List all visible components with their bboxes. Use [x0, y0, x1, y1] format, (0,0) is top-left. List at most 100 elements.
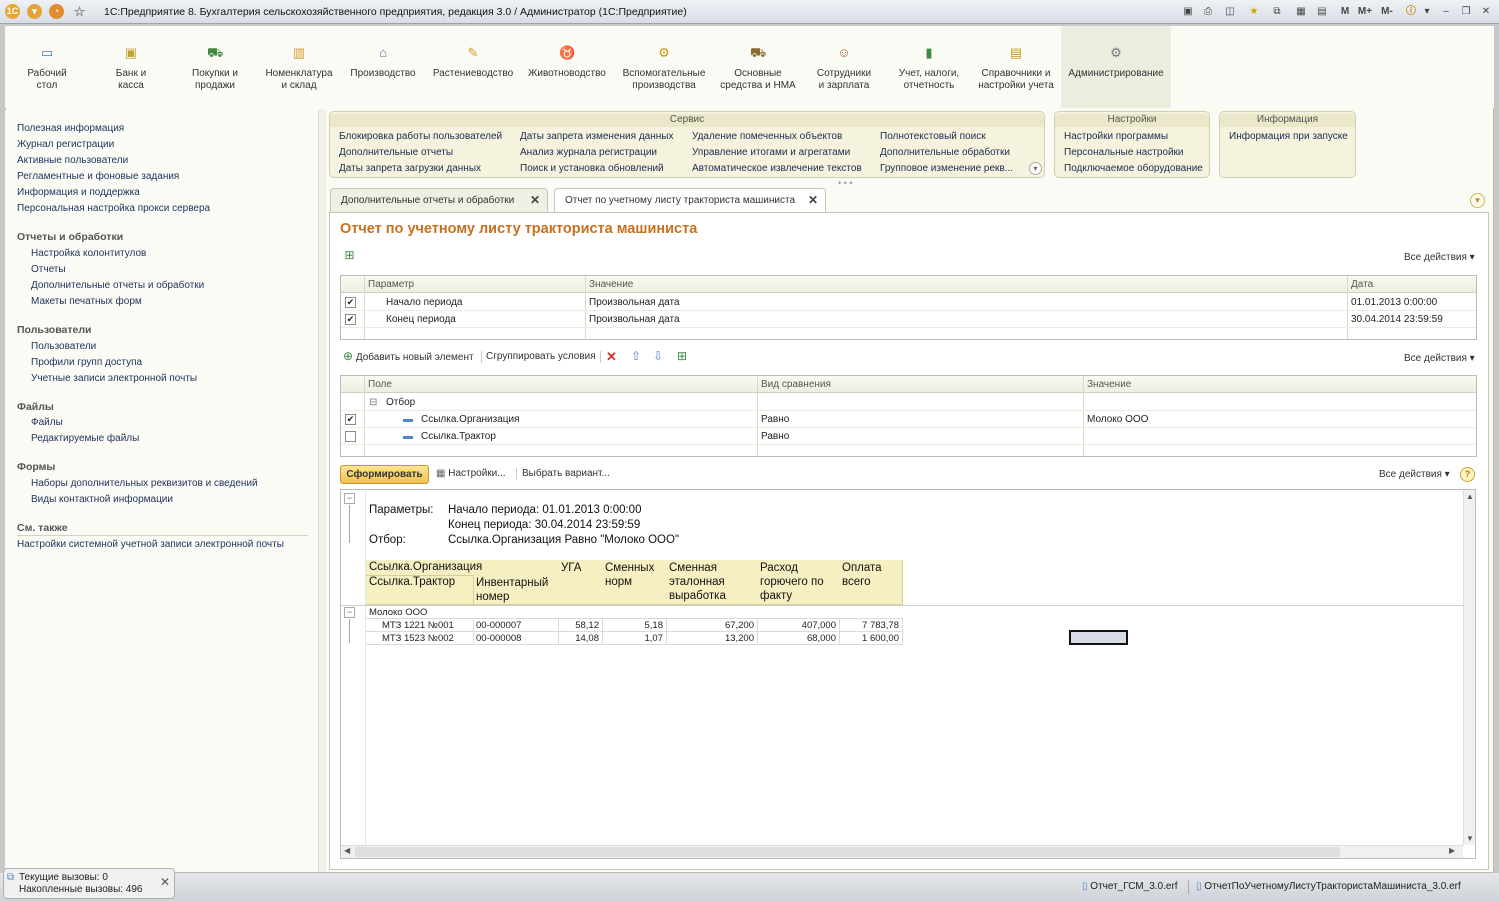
- action-totals[interactable]: Управление итогами и агрегатами: [692, 147, 850, 158]
- nav-link-proxy[interactable]: Персональная настройка прокси сервера: [17, 203, 210, 214]
- row-checkbox[interactable]: ✔: [345, 314, 356, 325]
- action-journal-analysis[interactable]: Анализ журнала регистрации: [520, 147, 657, 158]
- action-block-users[interactable]: Блокировка работы пользователей: [339, 131, 502, 142]
- action-startup-info[interactable]: Информация при запуске: [1229, 131, 1348, 142]
- column-comparison[interactable]: Вид сравнения: [761, 376, 831, 393]
- collapse-icon[interactable]: −: [344, 607, 355, 618]
- action-load-locks[interactable]: Даты запрета загрузки данных: [339, 163, 481, 174]
- scroll-up-icon[interactable]: ▲: [1466, 492, 1474, 501]
- tab-extra-reports[interactable]: Дополнительные отчеты и обработки ✕: [330, 188, 548, 212]
- section-bank[interactable]: ▣ Банк и касса: [89, 26, 173, 108]
- all-actions-menu[interactable]: Все действия ▾: [1379, 469, 1450, 480]
- nav-item-access-profiles[interactable]: Профили групп доступа: [31, 357, 142, 368]
- settings-button[interactable]: ▦ Настройки...: [436, 465, 506, 484]
- action-updates[interactable]: Поиск и установка обновлений: [520, 163, 664, 174]
- all-actions-menu[interactable]: Все действия ▾: [1404, 353, 1475, 364]
- row-checkbox[interactable]: ✔: [345, 414, 356, 425]
- action-delete-marked[interactable]: Удаление помеченных объектов: [692, 131, 842, 142]
- nav-item-files[interactable]: Файлы: [31, 417, 63, 428]
- add-parameter-icon[interactable]: ⊞: [342, 248, 357, 263]
- star-icon[interactable]: ★: [1247, 5, 1261, 18]
- generate-button[interactable]: Сформировать: [340, 465, 429, 484]
- action-program-settings[interactable]: Настройки программы: [1064, 131, 1168, 142]
- dropdown-icon[interactable]: ▾: [1420, 5, 1434, 18]
- section-admin[interactable]: ⚙ Администрирование: [1061, 26, 1171, 108]
- table-row[interactable]: ✔ Начало периода Произвольная дата 01.01…: [341, 294, 1476, 311]
- nav-item-reports[interactable]: Отчеты: [31, 264, 66, 275]
- select-variant-button[interactable]: Выбрать вариант...: [522, 465, 610, 484]
- nav-link-support[interactable]: Информация и поддержка: [17, 187, 140, 198]
- scroll-left-icon[interactable]: ◀: [344, 846, 350, 855]
- nav-link-journal[interactable]: Журнал регистрации: [17, 139, 114, 150]
- tab-tractor-report[interactable]: Отчет по учетному листу тракториста маши…: [554, 188, 826, 213]
- scroll-thumb[interactable]: [355, 847, 1340, 857]
- expand-chevron-icon[interactable]: ▾: [1029, 162, 1042, 175]
- add-group-icon[interactable]: ⊞: [677, 348, 687, 367]
- close-icon[interactable]: ✕: [1479, 5, 1493, 18]
- table-row[interactable]: ▬ Ссылка.Трактор Равно: [341, 428, 1476, 445]
- column-field[interactable]: Поле: [368, 376, 392, 393]
- tab-close-icon[interactable]: ✕: [808, 189, 818, 212]
- tabs-menu-chevron-icon[interactable]: ▾: [1470, 193, 1485, 208]
- panel-splitter[interactable]: [318, 110, 326, 872]
- save-icon[interactable]: ▣: [1181, 5, 1195, 18]
- open-file-tab[interactable]: ▯ Отчет_ГСМ_3.0.erf: [1082, 881, 1178, 892]
- nav-item-edited-files[interactable]: Редактируемые файлы: [31, 433, 139, 444]
- section-catalogs[interactable]: ▤ Справочники и настройки учета: [971, 26, 1061, 108]
- help-icon[interactable]: ?: [1460, 467, 1475, 482]
- selected-cell[interactable]: [1069, 630, 1128, 645]
- section-aux[interactable]: ⚙ Вспомогательные производства: [613, 26, 715, 108]
- memory-plus-button[interactable]: M+: [1356, 5, 1374, 18]
- delete-icon[interactable]: ✕: [606, 348, 617, 367]
- history-icon[interactable]: ◔: [49, 4, 64, 19]
- horizontal-scrollbar[interactable]: ◀ ▶: [341, 845, 1463, 858]
- filter-group-row[interactable]: ⊟ Отбор: [341, 394, 1476, 411]
- minimize-icon[interactable]: –: [1439, 5, 1453, 18]
- column-date[interactable]: Дата: [1351, 276, 1373, 293]
- nav-link-useful-info[interactable]: Полезная информация: [17, 123, 124, 134]
- section-inventory[interactable]: ▥ Номенклатура и склад: [257, 26, 341, 108]
- action-fulltext-search[interactable]: Полнотекстовый поиск: [880, 131, 986, 142]
- nav-link-scheduled-jobs[interactable]: Регламентные и фоновые задания: [17, 171, 179, 182]
- section-taxes[interactable]: ▮ Учет, налоги, отчетность: [887, 26, 971, 108]
- table-row[interactable]: ✔ ▬ Ссылка.Организация Равно Молоко ООО: [341, 411, 1476, 428]
- calculator-icon[interactable]: ▦: [1294, 5, 1308, 18]
- section-livestock[interactable]: ♉ Животноводство: [521, 26, 613, 108]
- memory-minus-button[interactable]: M-: [1378, 5, 1396, 18]
- menu-icon[interactable]: ▾: [27, 4, 42, 19]
- print-icon[interactable]: ⎙: [1201, 5, 1215, 18]
- nav-item-extra-attributes[interactable]: Наборы дополнительных реквизитов и сведе…: [31, 478, 258, 489]
- column-value[interactable]: Значение: [589, 276, 633, 293]
- action-extra-processing[interactable]: Дополнительные обработки: [880, 147, 1010, 158]
- info-icon[interactable]: ⓘ: [1404, 5, 1418, 18]
- nav-item-email-accounts[interactable]: Учетные записи электронной почты: [31, 373, 197, 384]
- nav-item-headers[interactable]: Настройка колонтитулов: [31, 248, 146, 259]
- memory-button[interactable]: M: [1338, 5, 1352, 18]
- add-element-button[interactable]: ⊕ Добавить новый элемент: [343, 348, 474, 367]
- close-icon[interactable]: ✕: [160, 875, 170, 889]
- column-parameter[interactable]: Параметр: [368, 276, 414, 293]
- collapse-icon[interactable]: −: [344, 493, 355, 504]
- calendar-icon[interactable]: ▤: [1315, 5, 1329, 18]
- section-production[interactable]: ⌂ Производство: [341, 26, 425, 108]
- section-assets[interactable]: ⛟ Основные средства и НМА: [715, 26, 801, 108]
- action-change-locks[interactable]: Даты запрета изменения данных: [520, 131, 673, 142]
- action-extra-reports[interactable]: Дополнительные отчеты: [339, 147, 453, 158]
- table-row[interactable]: ✔ Конец периода Произвольная дата 30.04.…: [341, 311, 1476, 328]
- section-staff[interactable]: ☺ Сотрудники и зарплата: [801, 26, 887, 108]
- report-document[interactable]: − Параметры: Начало периода: 01.01.2013 …: [340, 489, 1476, 859]
- action-group-edit[interactable]: Групповое изменение рекв...: [880, 163, 1013, 174]
- restore-icon[interactable]: ❐: [1459, 5, 1473, 18]
- nav-link-system-email[interactable]: Настройки системной учетной записи элект…: [17, 539, 284, 550]
- vertical-scrollbar[interactable]: ▲ ▼: [1463, 490, 1475, 845]
- open-file-tab[interactable]: ▯ ОтчетПоУчетномуЛистуТрактористаМашинис…: [1196, 881, 1461, 892]
- all-actions-menu[interactable]: Все действия ▾: [1404, 252, 1475, 263]
- nav-item-contact-info[interactable]: Виды контактной информации: [31, 494, 173, 505]
- collapse-icon[interactable]: ⊟: [369, 394, 377, 411]
- preview-icon[interactable]: ◫: [1223, 5, 1237, 18]
- row-checkbox[interactable]: [345, 431, 356, 442]
- action-text-extraction[interactable]: Автоматическое извлечение текстов: [692, 163, 862, 174]
- tab-close-icon[interactable]: ✕: [530, 189, 540, 212]
- scroll-down-icon[interactable]: ▼: [1466, 834, 1474, 843]
- nav-item-extra-reports[interactable]: Дополнительные отчеты и обработки: [31, 280, 204, 291]
